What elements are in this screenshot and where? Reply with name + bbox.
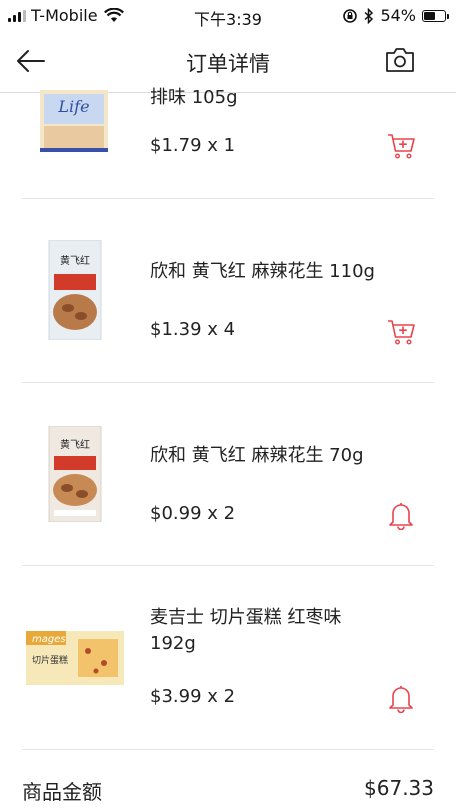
- camera-icon[interactable]: [384, 44, 416, 76]
- product-name: 麦吉士 切片蛋糕 红枣味 192g: [150, 607, 342, 654]
- product-name: 排味 105g: [150, 87, 238, 108]
- svg-text:Life: Life: [57, 97, 89, 116]
- add-to-cart-icon[interactable]: [386, 131, 416, 161]
- product-thumbnail: mages 切片蛋糕: [26, 631, 124, 685]
- orientation-lock-icon: [343, 8, 358, 23]
- list-item[interactable]: Life 排味 105g $1.79 x 1: [22, 87, 434, 199]
- add-to-cart-icon[interactable]: [386, 317, 416, 347]
- bluetooth-icon: [364, 7, 374, 24]
- svg-text:切片蛋糕: 切片蛋糕: [32, 654, 68, 666]
- battery-percent: 54%: [380, 6, 416, 25]
- product-price: $1.79 x 1: [150, 135, 236, 156]
- list-item[interactable]: mages 切片蛋糕 麦吉士 切片蛋糕 红枣味 192g $3.99 x 2: [22, 565, 434, 750]
- svg-text:mages: mages: [32, 634, 66, 645]
- svg-text:黄飞红: 黄飞红: [60, 438, 90, 451]
- status-bar: T-Mobile 下午3:39 54%: [0, 0, 456, 30]
- svg-text:黄飞红: 黄飞红: [60, 254, 90, 267]
- bell-icon[interactable]: [386, 683, 416, 713]
- status-right: 54%: [342, 6, 449, 25]
- subtotal-value: $67.33: [364, 776, 434, 800]
- nav-bar: 订单详情: [0, 30, 456, 93]
- product-price: $1.39 x 4: [150, 319, 236, 340]
- product-thumbnail: 黄飞红: [48, 426, 102, 522]
- list-item[interactable]: 黄飞红 欣和 黄飞红 麻辣花生 110g $1.39 x 4: [22, 198, 434, 383]
- product-thumbnail: Life: [40, 90, 108, 152]
- list-item[interactable]: 黄飞红 欣和 黄飞红 麻辣花生 70g $0.99 x 2: [22, 382, 434, 566]
- product-name: 欣和 黄飞红 麻辣花生 110g: [150, 261, 375, 282]
- product-name: 欣和 黄飞红 麻辣花生 70g: [150, 445, 364, 466]
- product-price: $3.99 x 2: [150, 686, 236, 707]
- subtotal-label: 商品金额: [22, 780, 102, 804]
- bell-icon[interactable]: [386, 500, 416, 530]
- order-summary-row: 商品金额 $67.33: [22, 772, 434, 804]
- product-thumbnail: 黄飞红: [48, 240, 102, 340]
- product-price: $0.99 x 2: [150, 503, 236, 524]
- battery-icon: [422, 9, 449, 22]
